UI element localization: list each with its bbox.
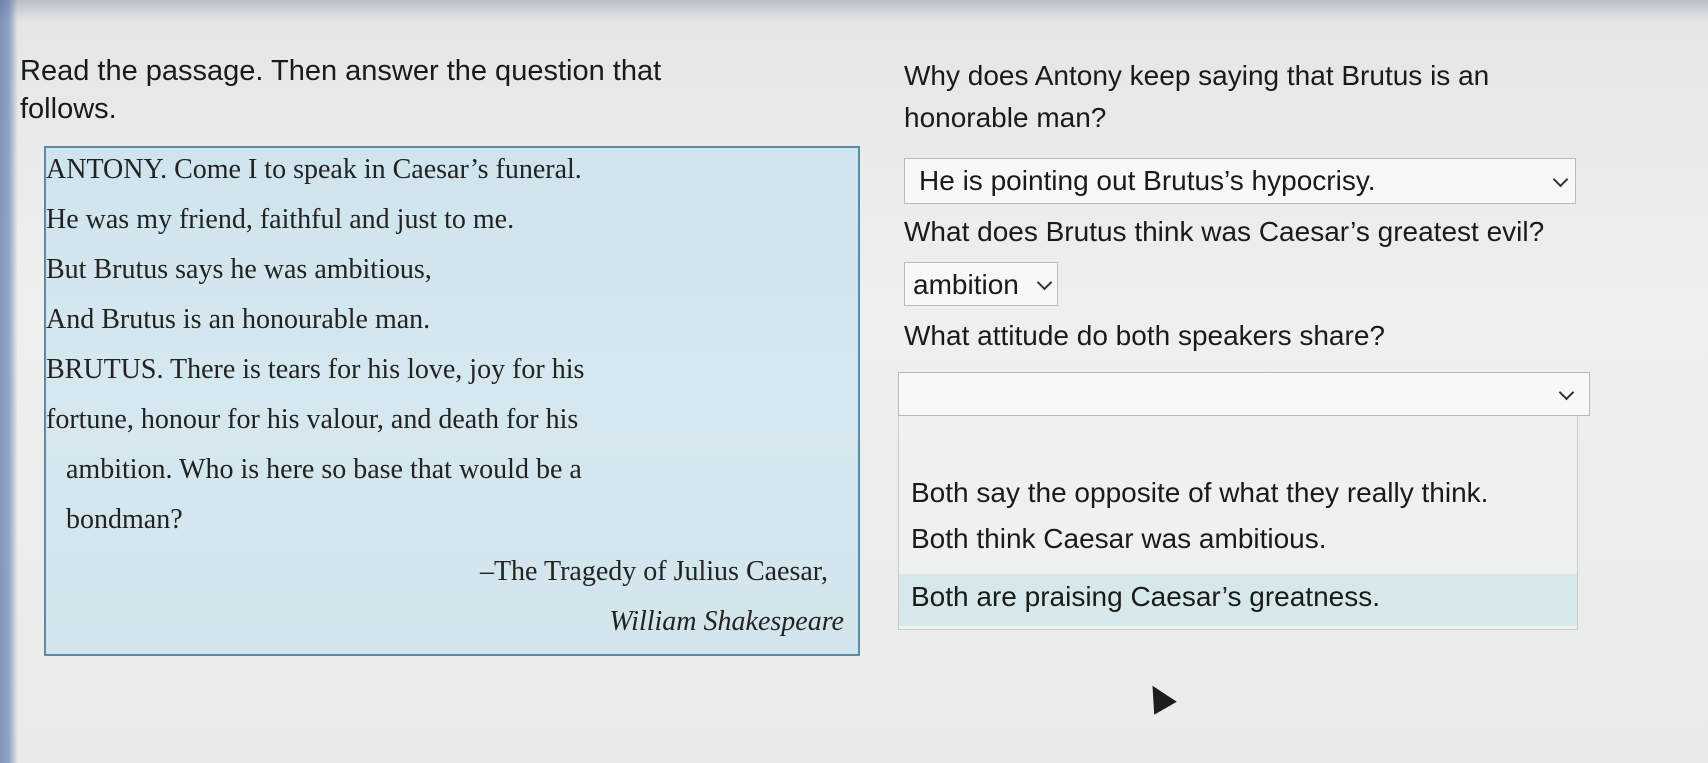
passage-line: ANTONY. Come I to speak in Caesar’s fune… bbox=[46, 154, 582, 185]
dropdown-option[interactable]: Both say the opposite of what they reall… bbox=[899, 474, 1577, 512]
chevron-down-icon bbox=[1558, 384, 1575, 401]
citation-title: –The Tragedy of Julius Caesar, bbox=[479, 556, 828, 587]
question-2-dropdown[interactable]: ambition bbox=[904, 262, 1058, 306]
mouse-cursor-icon bbox=[1141, 679, 1177, 715]
chevron-down-icon bbox=[1552, 171, 1569, 188]
question-1-dropdown[interactable]: He is pointing out Brutus’s hypocrisy. bbox=[904, 158, 1576, 204]
question-1-selected-value: He is pointing out Brutus’s hypocrisy. bbox=[919, 165, 1376, 196]
passage-line: bondman? bbox=[66, 504, 183, 535]
passage-line: He was my friend, faithful and just to m… bbox=[46, 204, 515, 235]
question-1-text-line-2: honorable man? bbox=[904, 102, 1107, 133]
passage-box: ANTONY. Come I to speak in Caesar’s fune… bbox=[44, 146, 860, 656]
dropdown-option[interactable]: Both think Caesar was ambitious. bbox=[899, 520, 1577, 558]
instructions: Read the passage. Then answer the questi… bbox=[20, 52, 840, 128]
chevron-down-icon bbox=[1036, 274, 1053, 291]
passage-line: fortune, honour for his valour, and deat… bbox=[46, 404, 579, 435]
passage-line: ambition. Who is here so base that would… bbox=[66, 454, 582, 485]
monitor-bezel-left bbox=[0, 0, 18, 763]
question-2-selected-value: ambition bbox=[913, 269, 1019, 300]
monitor-bezel-top bbox=[0, 0, 1708, 22]
question-3-dropdown[interactable] bbox=[898, 372, 1590, 416]
instructions-line-1: Read the passage. Then answer the questi… bbox=[20, 55, 662, 87]
citation-author: William Shakespeare bbox=[609, 606, 844, 637]
instructions-line-2: follows. bbox=[20, 93, 117, 125]
screen: Read the passage. Then answer the questi… bbox=[0, 0, 1708, 763]
question-1-text-line-1: Why does Antony keep saying that Brutus … bbox=[904, 60, 1490, 91]
passage-line: And Brutus is an honourable man. bbox=[46, 304, 431, 335]
passage-line: BRUTUS. There is tears for his love, joy… bbox=[46, 354, 585, 385]
dropdown-option-hovered[interactable]: Both are praising Caesar’s greatness. bbox=[899, 574, 1577, 626]
passage-line: But Brutus says he was ambitious, bbox=[46, 254, 432, 285]
question-3-options-list: Both say the opposite of what they reall… bbox=[898, 416, 1578, 630]
question-2-text: What does Brutus think was Caesar’s grea… bbox=[904, 216, 1545, 247]
question-3-text: What attitude do both speakers share? bbox=[904, 320, 1385, 351]
